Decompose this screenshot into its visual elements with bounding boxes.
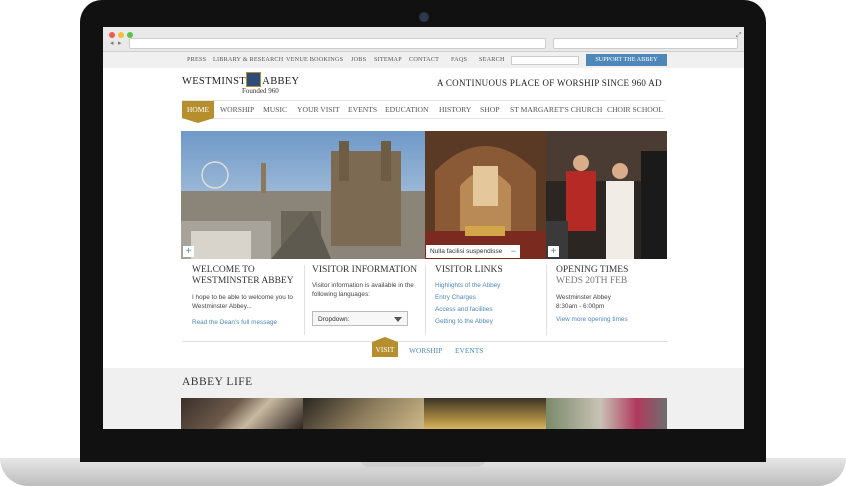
opening-times-section: OPENING TIMES WEDS 20TH FEB Westminster …	[556, 265, 666, 326]
welcome-body: I hope to be able to welcome you to West…	[192, 294, 293, 310]
back-arrow-icon[interactable]: ◂	[110, 39, 114, 47]
abbey-crest-icon	[246, 72, 261, 87]
site-logo-text[interactable]: WESTMINSTER ABBEY	[182, 76, 299, 87]
opening-place: Westminster Abbey	[556, 294, 611, 301]
welcome-section: WELCOME TO WESTMINSTER ABBEY I hope to b…	[192, 265, 302, 329]
read-deans-message-link[interactable]: Read the Dean's full message	[192, 317, 302, 329]
column-divider	[425, 265, 426, 335]
nav-choir-school[interactable]: CHOIR SCHOOL	[607, 105, 663, 114]
highlights-link[interactable]: Highlights of the Abbey	[435, 280, 540, 292]
tab-visit[interactable]: VISIT	[372, 337, 398, 357]
minimize-window-icon[interactable]	[118, 32, 124, 38]
opening-hours: 8:30am - 6:00pm	[556, 303, 605, 310]
column-divider	[304, 265, 305, 335]
welcome-title-line2: WESTMINSTER ABBEY	[192, 276, 294, 286]
welcome-title-line1: WELCOME TO	[192, 265, 255, 275]
view-opening-times-link[interactable]: View more opening times	[556, 314, 666, 326]
nav-home[interactable]: HOME	[182, 101, 214, 123]
abbey-life-image-3[interactable]	[424, 398, 546, 429]
nav-education[interactable]: EDUCATION	[385, 105, 428, 114]
nav-venue-bookings[interactable]: VENUE BOOKINGS	[286, 56, 343, 63]
nav-contact[interactable]: CONTACT	[409, 56, 439, 63]
nav-music[interactable]: MUSIC	[263, 105, 287, 114]
nav-your-visit[interactable]: YOUR VISIT	[297, 105, 340, 114]
hero-caption-text: Nulla facilisi suspendisse	[430, 248, 503, 255]
support-the-abbey-button[interactable]: SUPPORT THE ABBEY	[586, 54, 667, 66]
browser-screen: ◂ ▸ ⤢ PRESS LIBRARY & RESEARCH VENUE BOO…	[103, 27, 744, 429]
site-tagline: A CONTINUOUS PLACE OF WORSHIP SINCE 960 …	[437, 78, 662, 88]
collapse-caption-button[interactable]: −	[511, 245, 516, 258]
nav-faqs[interactable]: FAQS	[451, 56, 467, 63]
nav-st-margarets-church[interactable]: ST MARGARET'S CHURCH	[510, 105, 602, 114]
founded-label: Founded 960	[242, 87, 279, 95]
hero-image-london-skyline[interactable]: +	[181, 131, 425, 259]
laptop-base	[0, 458, 846, 486]
camera-icon	[419, 12, 429, 22]
abbey-life-title: ABBEY LIFE	[182, 376, 253, 388]
utility-nav: PRESS LIBRARY & RESEARCH VENUE BOOKINGS …	[103, 52, 744, 68]
chevron-down-icon	[394, 317, 402, 322]
forward-arrow-icon[interactable]: ▸	[118, 39, 122, 47]
visitor-info-section: VISITOR INFORMATION Visitor information …	[312, 265, 424, 299]
hero-caption: Nulla facilisi suspendisse −	[426, 245, 520, 258]
url-bar[interactable]	[129, 38, 546, 49]
visitor-info-body: Visitor information is available in the …	[312, 282, 414, 298]
language-dropdown[interactable]: Dropdown:	[312, 311, 408, 326]
nav-worship[interactable]: WORSHIP	[220, 105, 254, 114]
nav-search-label: SEARCH	[479, 56, 505, 63]
nav-shop[interactable]: SHOP	[480, 105, 499, 114]
hero-image-abbey-interior[interactable]	[425, 131, 546, 259]
opening-times-date: WEDS 20TH FEB	[556, 276, 628, 286]
language-dropdown-label: Dropdown:	[318, 316, 350, 323]
nav-events[interactable]: EVENTS	[348, 105, 377, 114]
entry-charges-link[interactable]: Entry Charges	[435, 292, 540, 304]
nav-jobs[interactable]: JOBS	[351, 56, 366, 63]
site-search-input[interactable]	[511, 56, 579, 65]
visitor-links-title: VISITOR LINKS	[435, 265, 503, 275]
tabs-divider	[182, 341, 668, 342]
nav-press[interactable]: PRESS	[187, 56, 206, 63]
abbey-life-image-2[interactable]	[303, 398, 424, 429]
close-window-icon[interactable]	[109, 32, 115, 38]
abbey-life-section: ABBEY LIFE	[103, 368, 744, 429]
expand-hero-1-button[interactable]: +	[183, 246, 194, 257]
hero-image-royal-wedding[interactable]: +	[546, 131, 667, 259]
expand-hero-3-button[interactable]: +	[548, 246, 559, 257]
access-facilities-link[interactable]: Access and facilities	[435, 304, 540, 316]
abbey-life-image-1[interactable]	[181, 398, 303, 429]
main-nav: HOME WORSHIP MUSIC YOUR VISIT EVENTS EDU…	[182, 100, 665, 123]
browser-search-bar[interactable]	[553, 38, 738, 49]
getting-to-abbey-link[interactable]: Getting to the Abbey	[435, 316, 540, 328]
tab-events[interactable]: EVENTS	[455, 346, 483, 355]
browser-chrome: ◂ ▸ ⤢	[103, 27, 744, 52]
visitor-links-section: VISITOR LINKS Highlights of the Abbey En…	[435, 265, 540, 328]
abbey-life-image-4[interactable]	[546, 398, 667, 429]
visitor-info-title: VISITOR INFORMATION	[312, 265, 418, 275]
nav-history[interactable]: HISTORY	[439, 105, 471, 114]
column-divider	[546, 265, 547, 335]
opening-times-title: OPENING TIMES	[556, 265, 629, 275]
nav-sitemap[interactable]: SITEMAP	[374, 56, 402, 63]
fullscreen-icon[interactable]: ⤢	[736, 32, 742, 40]
tab-worship[interactable]: WORSHIP	[409, 346, 442, 355]
nav-library-research[interactable]: LIBRARY & RESEARCH	[213, 56, 283, 63]
